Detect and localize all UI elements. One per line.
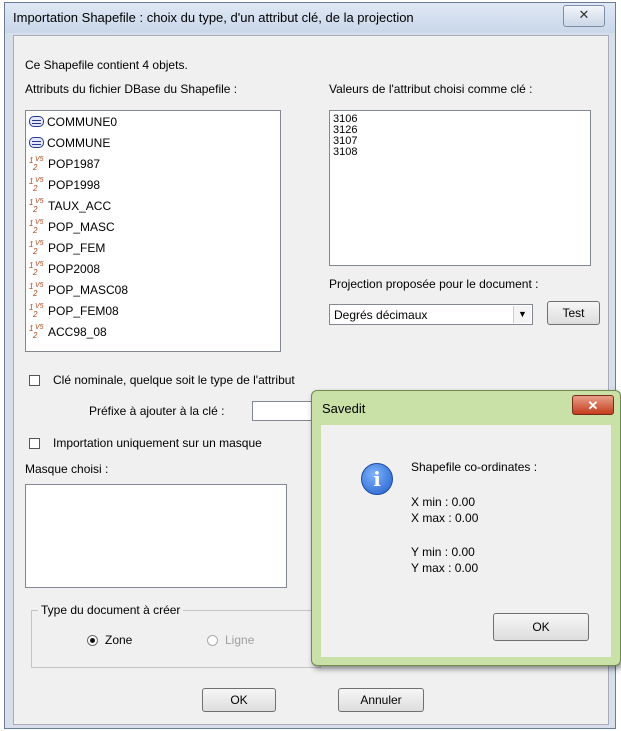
attribute-name: POP_FEM bbox=[48, 240, 106, 255]
zone-label: Zone bbox=[105, 633, 133, 647]
ok-button[interactable]: OK bbox=[202, 688, 276, 712]
projection-value: Degrés décimaux bbox=[334, 308, 428, 322]
table-icon bbox=[29, 137, 44, 148]
list-item[interactable]: 3126 bbox=[330, 125, 590, 136]
cancel-button[interactable]: Annuler bbox=[338, 688, 424, 712]
mask-label: Masque choisi : bbox=[25, 462, 109, 476]
attribute-name: COMMUNE0 bbox=[47, 114, 118, 129]
list-item[interactable]: 1 V5 2 POP2008 bbox=[26, 258, 280, 279]
document-type-group-label: Type du document à créer bbox=[38, 603, 184, 617]
info-icon: i bbox=[361, 463, 393, 495]
attribute-name: POP_MASC08 bbox=[48, 282, 129, 297]
numeric-field-icon: 1 V5 2 bbox=[29, 219, 44, 235]
mask-only-label: Importation uniquement sur un masque bbox=[53, 436, 262, 450]
numeric-field-icon: 1 V5 2 bbox=[29, 177, 44, 193]
test-button[interactable]: Test bbox=[547, 301, 600, 325]
nominal-key-label: Clé nominale, quelque soit le type de l'… bbox=[53, 373, 295, 387]
ligne-radio[interactable] bbox=[207, 635, 218, 646]
close-button[interactable]: ✕ bbox=[563, 5, 605, 27]
list-item[interactable]: 3107 bbox=[330, 136, 590, 147]
list-item[interactable]: 1 V5 2 POP_FEM08 bbox=[26, 300, 280, 321]
numeric-field-icon: 1 V5 2 bbox=[29, 261, 44, 277]
mask-only-checkbox[interactable] bbox=[29, 438, 40, 449]
x-min-value: X min : 0.00 bbox=[411, 495, 476, 509]
attribute-name: POP_MASC bbox=[48, 219, 115, 234]
numeric-field-icon: 1 V5 2 bbox=[29, 303, 44, 319]
prefix-label: Préfixe à ajouter à la clé : bbox=[89, 404, 225, 418]
attribute-name: COMMUNE bbox=[47, 135, 111, 150]
numeric-field-icon: 1 V5 2 bbox=[29, 156, 44, 172]
y-max-value: Y max : 0.00 bbox=[411, 561, 479, 575]
savedit-dialog: Savedit ✕ i Shapefile co-ordinates : X m… bbox=[311, 390, 621, 666]
projection-label: Projection proposée pour le document : bbox=[329, 277, 539, 291]
coordinates-heading: Shapefile co-ordinates : bbox=[411, 460, 538, 474]
mask-list[interactable] bbox=[25, 484, 287, 588]
list-item[interactable]: 1 V5 2 POP_FEM bbox=[26, 237, 280, 258]
projection-select[interactable]: Degrés décimaux ▼ bbox=[329, 304, 533, 325]
attribute-name: POP_FEM08 bbox=[48, 303, 119, 318]
document-type-group: Type du document à créer Zone Ligne bbox=[31, 603, 321, 668]
attribute-name: TAUX_ACC bbox=[48, 198, 112, 213]
list-item[interactable]: 3108 bbox=[330, 147, 590, 158]
savedit-ok-button[interactable]: OK bbox=[493, 613, 589, 641]
ligne-label: Ligne bbox=[225, 633, 255, 647]
numeric-field-icon: 1 V5 2 bbox=[29, 282, 44, 298]
list-item[interactable]: 1 V5 2 POP1998 bbox=[26, 174, 280, 195]
attribute-name: POP1998 bbox=[48, 177, 101, 192]
numeric-field-icon: 1 V5 2 bbox=[29, 198, 44, 214]
dialog-title: Importation Shapefile : choix du type, d… bbox=[13, 10, 414, 25]
attributes-label: Attributs du fichier DBase du Shapefile … bbox=[25, 82, 238, 96]
savedit-close-button[interactable]: ✕ bbox=[572, 395, 614, 415]
list-item[interactable]: COMMUNE bbox=[26, 132, 280, 153]
list-item[interactable]: 1 V5 2 ACC98_08 bbox=[26, 321, 280, 342]
list-item[interactable]: COMMUNE0 bbox=[26, 111, 280, 132]
list-item[interactable]: 1 V5 2 POP_MASC bbox=[26, 216, 280, 237]
zone-radio[interactable] bbox=[87, 635, 98, 646]
attribute-name: ACC98_08 bbox=[48, 324, 107, 339]
list-item[interactable]: 1 V5 2 TAUX_ACC bbox=[26, 195, 280, 216]
numeric-field-icon: 1 V5 2 bbox=[29, 324, 44, 340]
numeric-field-icon: 1 V5 2 bbox=[29, 240, 44, 256]
key-values-list[interactable]: 3106 3126 3107 3108 bbox=[329, 110, 591, 266]
x-max-value: X max : 0.00 bbox=[411, 511, 479, 525]
attribute-name: POP1987 bbox=[48, 156, 101, 171]
attributes-list[interactable]: COMMUNE0 COMMUNE 1 V5 2 POP1987 1 V5 2 POP19… bbox=[25, 110, 281, 352]
key-values-label: Valeurs de l'attribut choisi comme clé : bbox=[329, 82, 533, 96]
attribute-name: POP2008 bbox=[48, 261, 101, 276]
savedit-title: Savedit bbox=[322, 401, 366, 416]
object-count-text: Ce Shapefile contient 4 objets. bbox=[25, 58, 188, 72]
list-item[interactable]: 3106 bbox=[330, 114, 590, 125]
title-bar[interactable]: Importation Shapefile : choix du type, d… bbox=[5, 3, 615, 33]
nominal-key-checkbox[interactable] bbox=[29, 375, 40, 386]
y-min-value: Y min : 0.00 bbox=[411, 545, 475, 559]
table-icon bbox=[29, 116, 44, 127]
list-item[interactable]: 1 V5 2 POP_MASC08 bbox=[26, 279, 280, 300]
list-item[interactable]: 1 V5 2 POP1987 bbox=[26, 153, 280, 174]
savedit-body: i Shapefile co-ordinates : X min : 0.00 … bbox=[321, 425, 611, 657]
chevron-down-icon[interactable]: ▼ bbox=[513, 306, 531, 323]
